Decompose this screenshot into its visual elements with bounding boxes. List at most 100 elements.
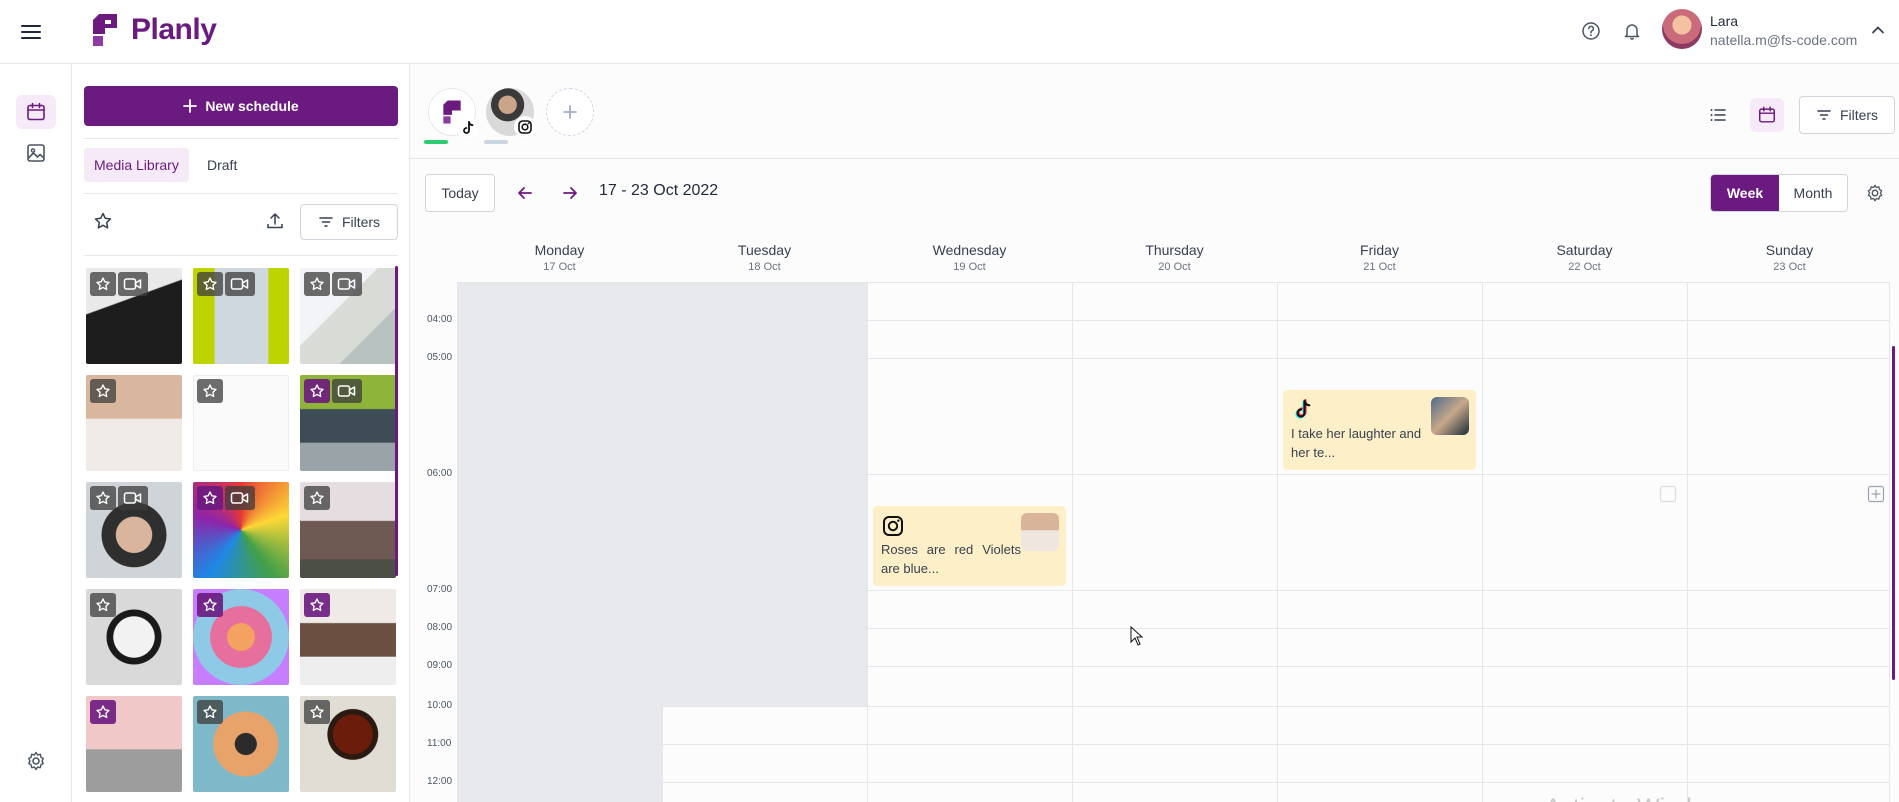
- favorite-star-icon[interactable]: [304, 379, 330, 403]
- favorite-star-icon[interactable]: [197, 379, 223, 403]
- favorite-star-icon[interactable]: [90, 272, 116, 296]
- favorite-star-icon[interactable]: [304, 486, 330, 510]
- day-name: Sunday: [1765, 242, 1814, 258]
- grid-line: [457, 744, 1889, 745]
- tiktok-icon: [1295, 398, 1311, 419]
- day-date: 21 Oct: [1363, 261, 1396, 273]
- settings-gear-icon[interactable]: [16, 744, 56, 778]
- grid-line: [457, 706, 1889, 707]
- grid-line: [457, 282, 1889, 283]
- user-name: Lara: [1710, 13, 1739, 29]
- grid-line: [1277, 282, 1278, 802]
- favorite-star-icon[interactable]: [304, 700, 330, 724]
- favorite-star-icon[interactable]: [304, 593, 330, 617]
- media-gallery-icon[interactable]: [16, 136, 56, 170]
- mouse-cursor-icon: [1130, 626, 1144, 646]
- calendar-scrollbar[interactable]: [1892, 346, 1895, 680]
- scheduled-post-tiktok[interactable]: I take her laughter and her te...: [1283, 390, 1476, 470]
- day-date: 19 Oct: [953, 261, 986, 273]
- filter-icon: [1817, 110, 1831, 120]
- day-date: 22 Oct: [1568, 261, 1601, 273]
- day-name: Monday: [534, 242, 585, 258]
- calendar-view-icon[interactable]: [1750, 98, 1784, 132]
- favorites-star-icon[interactable]: [90, 208, 116, 234]
- past-day-column: [457, 282, 662, 802]
- post-caption: I take her laughter and her te...: [1291, 426, 1422, 460]
- divider: [84, 255, 398, 256]
- hour-label: 07:00: [427, 584, 453, 595]
- library-scrollbar[interactable]: [395, 266, 398, 576]
- scheduled-post-instagram[interactable]: Roses are red Violets are blue...: [873, 506, 1066, 586]
- media-library-panel: New schedule Media Library Draft Filters: [72, 64, 410, 802]
- day-header-tuesday: Tuesday 18 Oct: [662, 242, 867, 273]
- plus-icon: [563, 105, 577, 119]
- grid-line: [457, 628, 1889, 629]
- day-name: Wednesday: [932, 242, 1007, 258]
- view-switcher: Week Month: [1710, 174, 1848, 212]
- add-account-button[interactable]: [546, 88, 594, 136]
- help-icon[interactable]: [1578, 18, 1604, 44]
- calendar-filters-button[interactable]: Filters: [1799, 96, 1895, 134]
- favorite-star-icon[interactable]: [197, 593, 223, 617]
- grid-line: [867, 282, 868, 802]
- favorite-star-icon[interactable]: [197, 272, 223, 296]
- grid-line: [457, 474, 1889, 475]
- grid-line: [1889, 282, 1890, 802]
- library-filters-button[interactable]: Filters: [300, 204, 398, 240]
- favorite-star-icon[interactable]: [90, 593, 116, 617]
- instagram-badge-icon: [514, 116, 536, 138]
- logo[interactable]: Planly: [87, 10, 217, 50]
- grid-line: [1072, 282, 1073, 802]
- grid-line: [1687, 282, 1688, 802]
- week-view-button[interactable]: Week: [1711, 175, 1779, 211]
- favorite-star-icon[interactable]: [197, 700, 223, 724]
- arrow-left-icon[interactable]: [513, 181, 537, 205]
- instagram-icon: [883, 516, 903, 536]
- day-name: Friday: [1360, 242, 1399, 258]
- add-post-icon[interactable]: [1866, 484, 1886, 504]
- tab-draft[interactable]: Draft: [197, 148, 247, 182]
- hour-label: 09:00: [427, 660, 453, 671]
- day-date: 20 Oct: [1158, 261, 1191, 273]
- new-schedule-button[interactable]: New schedule: [84, 86, 398, 126]
- grid-line: [457, 666, 1889, 667]
- calendar-main: Filters Today 17 - 23 Oct 2022 Week Mont…: [410, 64, 1899, 802]
- day-name: Thursday: [1145, 242, 1204, 258]
- top-bar: Planly Lara natella.m@fs-code.com: [0, 0, 1899, 64]
- list-view-icon[interactable]: [1701, 98, 1735, 132]
- plus-icon: [183, 99, 198, 113]
- media-grid: [86, 268, 396, 802]
- day-header-thursday: Thursday 20 Oct: [1072, 242, 1277, 273]
- day-name: Saturday: [1556, 242, 1613, 258]
- hour-label: 08:00: [427, 622, 453, 633]
- day-date: 18 Oct: [748, 261, 781, 273]
- day-name: Tuesday: [737, 242, 792, 258]
- menu-icon[interactable]: [19, 20, 43, 44]
- grid-line: [457, 358, 1889, 359]
- divider: [84, 138, 398, 139]
- favorite-star-icon[interactable]: [90, 486, 116, 510]
- account-instagram[interactable]: [486, 88, 536, 138]
- tab-media-library[interactable]: Media Library: [84, 148, 189, 182]
- account-status-bar: [484, 140, 508, 144]
- favorite-star-icon[interactable]: [304, 272, 330, 296]
- calendar-nav-icon[interactable]: [16, 95, 56, 129]
- notifications-bell-icon[interactable]: [1619, 18, 1645, 44]
- account-planly[interactable]: [428, 88, 479, 139]
- favorite-star-icon[interactable]: [90, 700, 116, 724]
- grid-line: [457, 590, 1889, 591]
- left-nav: [0, 64, 72, 802]
- add-post-icon[interactable]: [1658, 484, 1678, 504]
- user-avatar[interactable]: [1662, 9, 1702, 49]
- favorite-star-icon[interactable]: [197, 486, 223, 510]
- post-caption: Roses are red Violets are blue...: [881, 542, 1021, 576]
- arrow-right-icon[interactable]: [558, 181, 582, 205]
- favorite-star-icon[interactable]: [90, 379, 116, 403]
- upload-icon[interactable]: [262, 208, 288, 234]
- new-schedule-label: New schedule: [205, 98, 299, 114]
- today-button[interactable]: Today: [425, 174, 495, 212]
- chevron-up-icon[interactable]: [1868, 20, 1888, 40]
- calendar-settings-gear-icon[interactable]: [1863, 181, 1887, 205]
- month-view-button[interactable]: Month: [1779, 175, 1847, 211]
- app-name: Planly: [131, 13, 217, 46]
